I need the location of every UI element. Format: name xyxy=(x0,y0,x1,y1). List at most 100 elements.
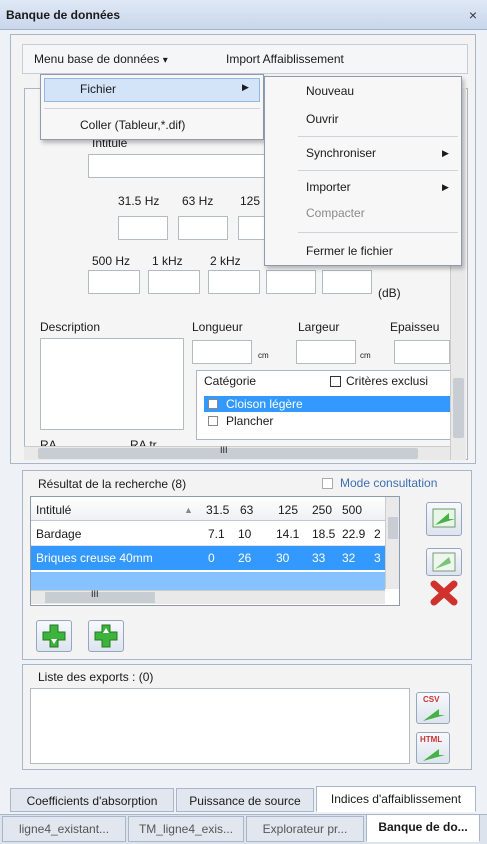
grid-vscrollbar[interactable] xyxy=(385,497,399,589)
menu-item-compacter: Compacter xyxy=(306,206,365,220)
freq-1k-input[interactable] xyxy=(148,270,200,294)
largeur-input[interactable] xyxy=(296,340,356,364)
epaisseur-label: Epaisseu xyxy=(390,320,440,334)
epaisseur-input[interactable] xyxy=(394,340,450,364)
categorie-checkbox-1[interactable] xyxy=(208,416,218,426)
freq-4k-input[interactable] xyxy=(266,270,316,294)
col-header-500[interactable]: 500 xyxy=(342,498,362,522)
db-unit-label: (dB) xyxy=(378,286,401,300)
results-title: Résultat de la recherche (8) xyxy=(38,477,186,491)
fichier-submenu xyxy=(264,76,462,266)
col-header-63[interactable]: 63 xyxy=(240,498,253,522)
largeur-unit: cm xyxy=(360,351,371,360)
db-menu[interactable]: Menu base de données ▾ xyxy=(34,44,168,76)
cell: 7.1 xyxy=(208,527,225,541)
doc-tab-explorateur[interactable]: Explorateur pr... xyxy=(246,816,364,842)
freq-500-input[interactable] xyxy=(88,270,140,294)
freq-31-label: 31.5 Hz xyxy=(118,194,160,208)
form-hscrollbar[interactable]: III xyxy=(24,445,450,460)
doc-tab-banque[interactable]: Banque de do... xyxy=(366,814,480,842)
col-header-31[interactable]: 31.5 xyxy=(206,498,229,522)
description-label: Description xyxy=(40,320,101,334)
cell: 33 xyxy=(312,551,326,565)
table-row-partial[interactable] xyxy=(31,572,385,592)
cell: 32 xyxy=(342,551,356,565)
freq-63-input[interactable] xyxy=(178,216,228,240)
longueur-input[interactable] xyxy=(192,340,252,364)
menu-item-fichier-hl[interactable] xyxy=(44,78,260,102)
add-up-button[interactable] xyxy=(88,620,124,652)
freq-2k-label: 2 kHz xyxy=(210,254,241,268)
cell: Briques creuse 40mm xyxy=(36,551,153,565)
green-plus-up-icon xyxy=(94,624,118,648)
doc-tab-tm[interactable]: TM_ligne4_exis... xyxy=(128,816,244,842)
green-plus-down-icon xyxy=(42,624,66,648)
freq-1k-label: 1 kHz xyxy=(152,254,183,268)
criteres-label: Critères exclusi xyxy=(346,374,429,388)
hscroll-grip: III xyxy=(91,589,99,599)
cell: 0 xyxy=(208,551,215,565)
delete-icon[interactable] xyxy=(428,578,460,608)
menu-item-nouveau[interactable]: Nouveau xyxy=(306,84,354,98)
categorie-checkbox-0[interactable] xyxy=(208,399,218,409)
sort-up-icon: ▲ xyxy=(184,505,193,515)
chevron-down-icon: ▾ xyxy=(162,55,168,66)
submenu-arrow-icon: ▶ xyxy=(442,148,449,158)
categorie-label: Catégorie xyxy=(204,374,257,388)
tab-indices[interactable]: Indices d'affaiblissement xyxy=(316,786,476,812)
export-button[interactable] xyxy=(426,502,462,536)
import-menu[interactable]: Import Affaiblissement xyxy=(226,44,344,74)
col-header-125[interactable]: 125 xyxy=(278,498,298,522)
cell: 10 xyxy=(238,527,252,541)
grid-hscrollbar[interactable]: III xyxy=(31,589,385,604)
cell: 26 xyxy=(238,551,252,565)
exports-list[interactable] xyxy=(30,688,410,764)
tab-coefficients[interactable]: Coefficients d'absorption xyxy=(10,788,174,812)
mode-checkbox[interactable] xyxy=(322,478,333,489)
description-input[interactable] xyxy=(40,338,184,430)
exports-title: Liste des exports : (0) xyxy=(38,670,154,684)
window-title: Banque de données xyxy=(0,0,487,30)
menu-item-coller[interactable]: Coller (Tableur,*.dif) xyxy=(80,118,185,132)
criteres-checkbox[interactable] xyxy=(330,376,341,387)
cell: 18.5 xyxy=(312,527,336,541)
col-header-250[interactable]: 250 xyxy=(312,498,332,522)
export-alt-button[interactable] xyxy=(426,548,462,576)
tab-puissance[interactable]: Puissance de source xyxy=(176,788,314,812)
html-icon-label: HTML xyxy=(420,735,443,744)
menu-item-synchroniser[interactable]: Synchroniser xyxy=(306,146,376,160)
freq-8k-input[interactable] xyxy=(322,270,372,294)
db-menu-label: Menu base de données xyxy=(34,52,160,66)
menu-separator xyxy=(298,136,458,137)
submenu-arrow-icon: ▶ xyxy=(442,182,449,192)
green-arrow-icon xyxy=(432,508,456,528)
freq-31-input[interactable] xyxy=(118,216,168,240)
freq-500-label: 500 Hz xyxy=(92,254,131,268)
menu-item-fichier[interactable]: Fichier xyxy=(80,82,116,96)
add-down-button[interactable] xyxy=(36,620,72,652)
close-icon[interactable]: × xyxy=(465,0,481,30)
largeur-label: Largeur xyxy=(298,320,340,334)
csv-export-button[interactable]: CSV xyxy=(416,692,450,724)
cell: 3 xyxy=(374,551,381,565)
green-arrow-icon xyxy=(423,709,445,721)
menu-item-importer[interactable]: Importer xyxy=(306,180,351,194)
hscroll-grip: III xyxy=(220,445,228,455)
categorie-item-1: Plancher xyxy=(226,414,274,428)
cell: 30 xyxy=(276,551,290,565)
html-export-button[interactable]: HTML xyxy=(416,732,450,764)
categorie-item-0: Cloison légère xyxy=(226,397,303,411)
doc-tab-ligne4[interactable]: ligne4_existant... xyxy=(2,816,126,842)
cell: 14.1 xyxy=(276,527,300,541)
cell: 2 xyxy=(374,527,381,541)
menu-item-ouvrir[interactable]: Ouvrir xyxy=(306,112,339,126)
col-header-intitule[interactable]: Intitulé xyxy=(36,498,71,522)
image-arrow-icon xyxy=(432,552,456,572)
results-count: (8) xyxy=(171,477,187,491)
freq-2k-input[interactable] xyxy=(208,270,260,294)
freq-63-label: 63 Hz xyxy=(182,194,214,208)
longueur-unit: cm xyxy=(258,351,269,360)
green-arrow-icon xyxy=(423,749,445,761)
mode-label: Mode consultation xyxy=(340,476,438,490)
menu-item-fermer[interactable]: Fermer le fichier xyxy=(306,244,393,258)
